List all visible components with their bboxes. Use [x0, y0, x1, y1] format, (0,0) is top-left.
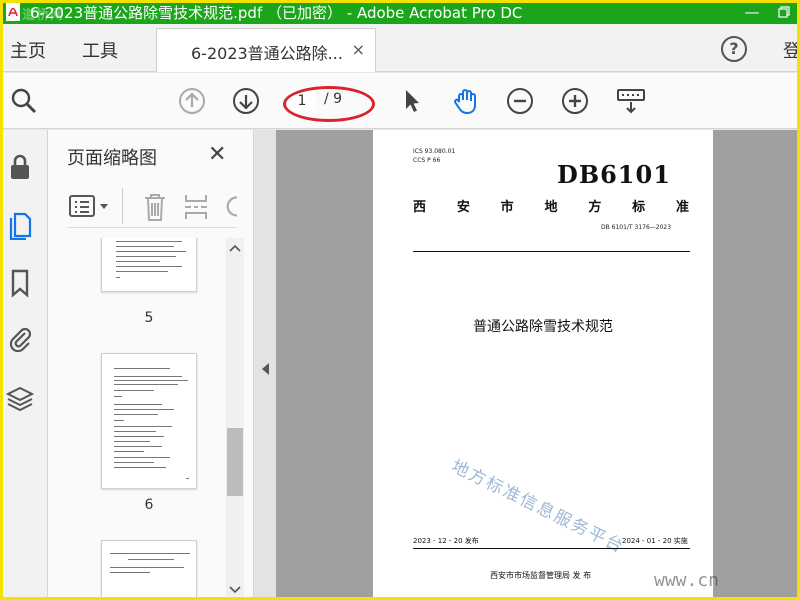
- restore-button[interactable]: [768, 0, 800, 24]
- heading-char: 市: [500, 200, 514, 215]
- document-tab-label: 6-2023普通公路除...: [191, 44, 343, 63]
- thumbnail-options-icon[interactable]: [69, 194, 111, 224]
- heading-char: 方: [588, 200, 602, 215]
- page-thumbnails-panel: 页面缩略图 ✕ 5 6: [48, 130, 254, 600]
- hand-tool-icon[interactable]: [452, 87, 480, 115]
- page-thumbnail-7[interactable]: [101, 540, 197, 600]
- help-button[interactable]: ?: [721, 36, 747, 62]
- tab-home[interactable]: 主页: [10, 37, 46, 63]
- zoom-out-icon[interactable]: [506, 87, 534, 115]
- search-icon[interactable]: [10, 87, 38, 115]
- delete-page-icon[interactable]: [142, 192, 168, 226]
- heading-char: 地: [544, 200, 558, 215]
- lock-icon[interactable]: [6, 152, 34, 182]
- bookmark-icon[interactable]: [6, 268, 34, 298]
- standard-type-heading: 西 安 市 地 方 标 准: [413, 196, 689, 215]
- select-cursor-icon[interactable]: [398, 87, 426, 115]
- prev-page-icon[interactable]: [178, 87, 206, 115]
- heading-char: 安: [456, 200, 470, 215]
- toolbar: 1 / 9: [0, 73, 800, 129]
- document-tab[interactable]: 6-2023普通公路除... ×: [156, 28, 376, 72]
- thumbnail-label-5: 5: [144, 310, 154, 326]
- zoom-in-icon[interactable]: [561, 87, 589, 115]
- acrobat-pdf-icon: [4, 2, 24, 22]
- standard-number: DB 6101/T 3176—2023: [601, 224, 672, 231]
- attachment-icon[interactable]: [6, 324, 34, 354]
- restore-icon: [778, 6, 790, 18]
- thumbnail-scrollbar[interactable]: [226, 238, 244, 600]
- watermark-logo: 道桥网: [22, 8, 65, 23]
- thumbnail-label-6: 6: [144, 497, 154, 513]
- issuer: 西安市市场监督管理局 发 布: [490, 571, 592, 580]
- db-code: DB6101: [557, 160, 671, 189]
- thumbnail-list: 5 6: [48, 238, 228, 600]
- page-thumbnail-5[interactable]: [101, 238, 197, 292]
- toolbar-divider: [122, 188, 123, 224]
- pdf-page[interactable]: ICS 93.080.01 CCS P 66 DB6101 西 安 市 地 方 …: [373, 130, 713, 600]
- publish-date: 2023 - 12 - 20 发布: [413, 537, 479, 545]
- implement-date: 2024 - 01 - 20 实施: [622, 537, 688, 545]
- collapse-arrow-icon: [262, 363, 269, 375]
- layers-icon[interactable]: [5, 384, 35, 414]
- heading-char: 标: [632, 200, 646, 215]
- next-page-icon[interactable]: [232, 87, 260, 115]
- tab-bar: 主页 工具 6-2023普通公路除... × ? 登: [0, 24, 800, 72]
- keyboard-tool-icon[interactable]: [616, 87, 645, 115]
- close-panel-button[interactable]: ✕: [208, 142, 226, 167]
- page-thumbnails-icon[interactable]: [6, 210, 34, 241]
- left-icon-rail: [0, 130, 48, 600]
- page-thumbnail-6[interactable]: [101, 353, 197, 489]
- page-number-highlight: [283, 86, 375, 122]
- panel-toolbar: [67, 188, 237, 228]
- scroll-down-arrow-icon[interactable]: [229, 584, 241, 598]
- site-watermark: www.cn: [654, 570, 720, 591]
- ics-code: ICS 93.080.01: [413, 148, 456, 155]
- ccs-code: CCS P 66: [413, 157, 441, 164]
- divider-line: [413, 548, 690, 549]
- document-title: 普通公路除雪技术规范: [473, 319, 613, 335]
- rotate-page-icon[interactable]: [223, 192, 237, 226]
- divider-line: [413, 251, 690, 252]
- heading-char: 准: [675, 200, 689, 215]
- panel-title: 页面缩略图: [67, 148, 157, 169]
- extract-page-icon[interactable]: [183, 192, 209, 226]
- minimize-button[interactable]: —: [736, 0, 768, 24]
- window-title: 6-2023普通公路除雪技术规范.pdf （已加密） - Adobe Acrob…: [30, 3, 523, 22]
- scrollbar-thumb[interactable]: [227, 428, 243, 496]
- scroll-up-arrow-icon[interactable]: [229, 242, 241, 256]
- heading-char: 西: [413, 200, 427, 215]
- title-bar: 6-2023普通公路除雪技术规范.pdf （已加密） - Adobe Acrob…: [0, 0, 800, 24]
- classification-codes: ICS 93.080.01 CCS P 66: [413, 147, 455, 165]
- tab-tools[interactable]: 工具: [82, 37, 118, 63]
- collapse-panel-handle[interactable]: [255, 130, 276, 600]
- close-tab-button[interactable]: ×: [352, 40, 365, 59]
- sign-in-button[interactable]: 登: [783, 37, 800, 63]
